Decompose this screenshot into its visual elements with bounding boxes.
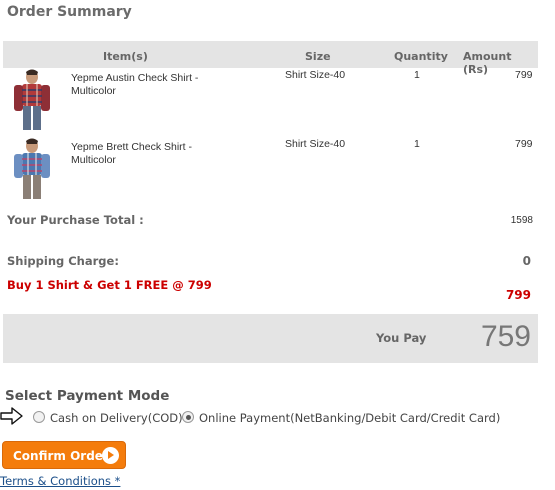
online-payment-option-label[interactable]: Online Payment(NetBanking/Debit Card/Cre…	[199, 411, 500, 425]
online-payment-radio[interactable]	[182, 411, 194, 423]
you-pay-value: 759	[480, 320, 531, 353]
arrow-right-icon	[0, 407, 23, 425]
product-size: Shirt Size-40	[285, 69, 346, 81]
cod-radio[interactable]	[33, 411, 45, 423]
play-circle-icon	[102, 447, 119, 464]
shipping-charge-value: 0	[522, 254, 531, 268]
promo-offer-value: 799	[505, 288, 531, 302]
terms-and-conditions-link[interactable]: Terms & Conditions *	[0, 474, 120, 488]
header-size: Size	[305, 50, 331, 63]
product-amount: 799	[515, 69, 533, 81]
product-name[interactable]: Yepme Brett Check Shirt - Multicolor	[71, 141, 221, 167]
confirm-order-label: Confirm Order	[13, 449, 109, 463]
payment-mode-title: Select Payment Mode	[5, 388, 170, 404]
shipping-charge-label: Shipping Charge:	[7, 254, 119, 268]
product-image[interactable]	[10, 68, 54, 130]
you-pay-panel: You Pay 759	[3, 314, 538, 363]
product-image[interactable]	[10, 137, 54, 199]
you-pay-label: You Pay	[376, 331, 427, 345]
table-header: Item(s) Size Quantity Amount (Rs)	[3, 41, 538, 76]
product-amount: 799	[515, 138, 533, 150]
cod-option-label[interactable]: Cash on Delivery(COD)	[50, 411, 183, 425]
product-size: Shirt Size-40	[285, 138, 346, 150]
confirm-order-button[interactable]: Confirm Order	[2, 441, 126, 469]
header-items: Item(s)	[103, 50, 148, 63]
purchase-total-value: 1598	[510, 215, 533, 226]
header-quantity: Quantity	[394, 50, 448, 63]
product-name[interactable]: Yepme Austin Check Shirt - Multicolor	[71, 72, 221, 98]
product-quantity: 1	[414, 69, 420, 81]
payment-options: Cash on Delivery(COD) Online Payment(Net…	[0, 406, 555, 430]
promo-offer-label: Buy 1 Shirt & Get 1 FREE @ 799	[7, 278, 212, 292]
order-summary-title: Order Summary	[7, 4, 132, 20]
table-row: Yepme Brett Check Shirt - Multicolor Shi…	[3, 137, 538, 207]
product-quantity: 1	[414, 138, 420, 150]
table-row: Yepme Austin Check Shirt - Multicolor Sh…	[3, 68, 538, 138]
purchase-total-label: Your Purchase Total :	[7, 213, 144, 227]
